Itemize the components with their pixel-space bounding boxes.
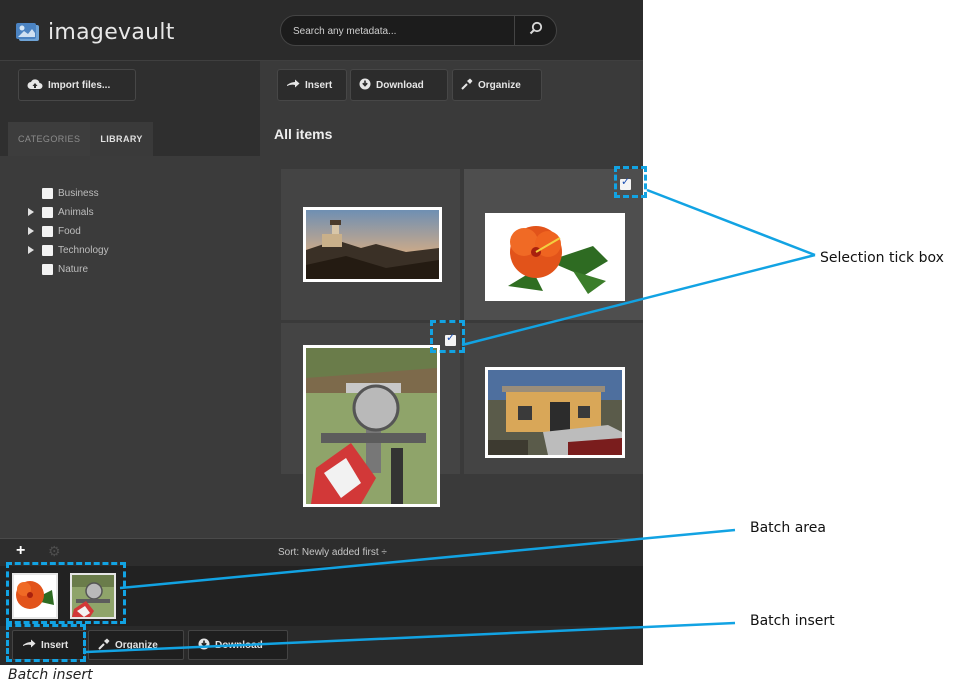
callout-batch-insert: Batch insert	[750, 613, 835, 629]
category-label: Technology	[58, 244, 109, 256]
sort-value: Newly added first	[301, 547, 379, 558]
sort-label: Sort:	[278, 547, 300, 558]
organize-icon	[461, 78, 473, 93]
category-checkbox[interactable]	[42, 225, 53, 237]
tab-label: LIBRARY	[100, 134, 143, 144]
batch-thumbnail-miter-saw[interactable]	[70, 573, 116, 619]
app-header: imagevault	[0, 0, 643, 60]
category-label: Nature	[58, 263, 89, 275]
batch-area	[0, 566, 643, 626]
batch-actions: Insert Organize Download	[0, 626, 643, 665]
category-checkbox[interactable]	[42, 187, 53, 199]
batch-download-label: Download	[215, 639, 263, 651]
tab-library[interactable]: LIBRARY	[90, 122, 153, 156]
category-animals[interactable]: Animals	[28, 205, 94, 219]
callout-batch-area: Batch area	[750, 520, 826, 536]
organize-icon	[98, 638, 110, 653]
sidebar-tabs: CATEGORIES LIBRARY	[8, 122, 153, 156]
main-content: All items	[260, 108, 643, 538]
selection-checkbox[interactable]	[445, 331, 456, 346]
expand-arrow-icon[interactable]	[28, 208, 34, 216]
category-checkbox[interactable]	[42, 206, 53, 218]
bottom-bar: + ⚙ Sort: Newly added first ÷	[0, 538, 643, 566]
search-input[interactable]	[293, 22, 513, 40]
category-label: Business	[58, 187, 99, 199]
category-food[interactable]: Food	[28, 224, 81, 238]
expand-arrow-icon[interactable]	[28, 227, 34, 235]
batch-insert-label: Insert	[41, 639, 69, 651]
media-tile-selected[interactable]	[280, 322, 461, 507]
page-title: All items	[274, 126, 333, 142]
thumbnail-lighthouse[interactable]	[303, 207, 442, 282]
figure-caption: Batch insert	[8, 667, 93, 683]
selection-checkbox[interactable]	[620, 175, 631, 190]
tab-label: CATEGORIES	[18, 134, 81, 144]
category-business[interactable]: Business	[30, 186, 99, 200]
organize-button[interactable]: Organize	[452, 69, 542, 101]
sidebar: CATEGORIES LIBRARY Business Animals Food	[0, 108, 260, 538]
category-checkbox[interactable]	[42, 244, 53, 256]
insert-button[interactable]: Insert	[277, 69, 347, 101]
main-toolbar: Insert Download Organize	[260, 60, 643, 108]
download-label: Download	[376, 79, 424, 91]
cloud-upload-icon	[27, 78, 43, 93]
left-toolbar: Import files...	[0, 60, 260, 108]
import-files-button[interactable]: Import files...	[18, 69, 136, 101]
imagevault-logo-icon	[16, 21, 42, 43]
logo-text: imagevault	[48, 19, 175, 45]
category-technology[interactable]: Technology	[28, 243, 109, 257]
search-button[interactable]	[514, 16, 556, 45]
batch-organize-button[interactable]: Organize	[88, 630, 184, 660]
category-label: Food	[58, 225, 81, 237]
batch-download-button[interactable]: Download	[188, 630, 288, 660]
category-checkbox[interactable]	[42, 263, 53, 275]
category-tree: Business Animals Food Technology Nature	[0, 156, 260, 538]
search-bar	[280, 15, 557, 46]
insert-label: Insert	[305, 79, 333, 91]
gear-icon[interactable]: ⚙	[48, 543, 61, 560]
batch-insert-button[interactable]: Insert	[12, 630, 85, 660]
media-tile-selected[interactable]	[463, 168, 643, 321]
batch-organize-label: Organize	[115, 639, 158, 651]
batch-thumbnail-hibiscus[interactable]	[12, 573, 58, 619]
expand-arrow-icon[interactable]	[28, 246, 34, 254]
category-label: Animals	[58, 206, 94, 218]
organize-label: Organize	[478, 79, 521, 91]
arrow-right-icon	[22, 639, 36, 652]
download-button[interactable]: Download	[350, 69, 448, 101]
arrow-right-icon	[286, 79, 300, 92]
download-icon	[198, 638, 210, 653]
category-nature[interactable]: Nature	[30, 262, 88, 276]
tab-categories[interactable]: CATEGORIES	[8, 122, 91, 156]
thumbnail-hibiscus[interactable]	[485, 213, 625, 301]
sort-control[interactable]: Sort: Newly added first ÷	[278, 547, 387, 558]
download-icon	[359, 78, 371, 93]
media-tile[interactable]	[463, 322, 643, 475]
search-icon	[529, 21, 543, 40]
thumbnail-miter-saw[interactable]	[303, 345, 440, 507]
import-files-label: Import files...	[48, 79, 111, 91]
callout-selection-tick-box: Selection tick box	[820, 250, 944, 266]
media-tile[interactable]	[280, 168, 461, 321]
plus-icon[interactable]: +	[16, 542, 25, 560]
imagevault-app: imagevault Import files... Insert	[0, 0, 643, 665]
thumbnail-building[interactable]	[485, 367, 625, 458]
sort-arrow-icon: ÷	[381, 547, 387, 558]
logo[interactable]: imagevault	[16, 19, 175, 45]
